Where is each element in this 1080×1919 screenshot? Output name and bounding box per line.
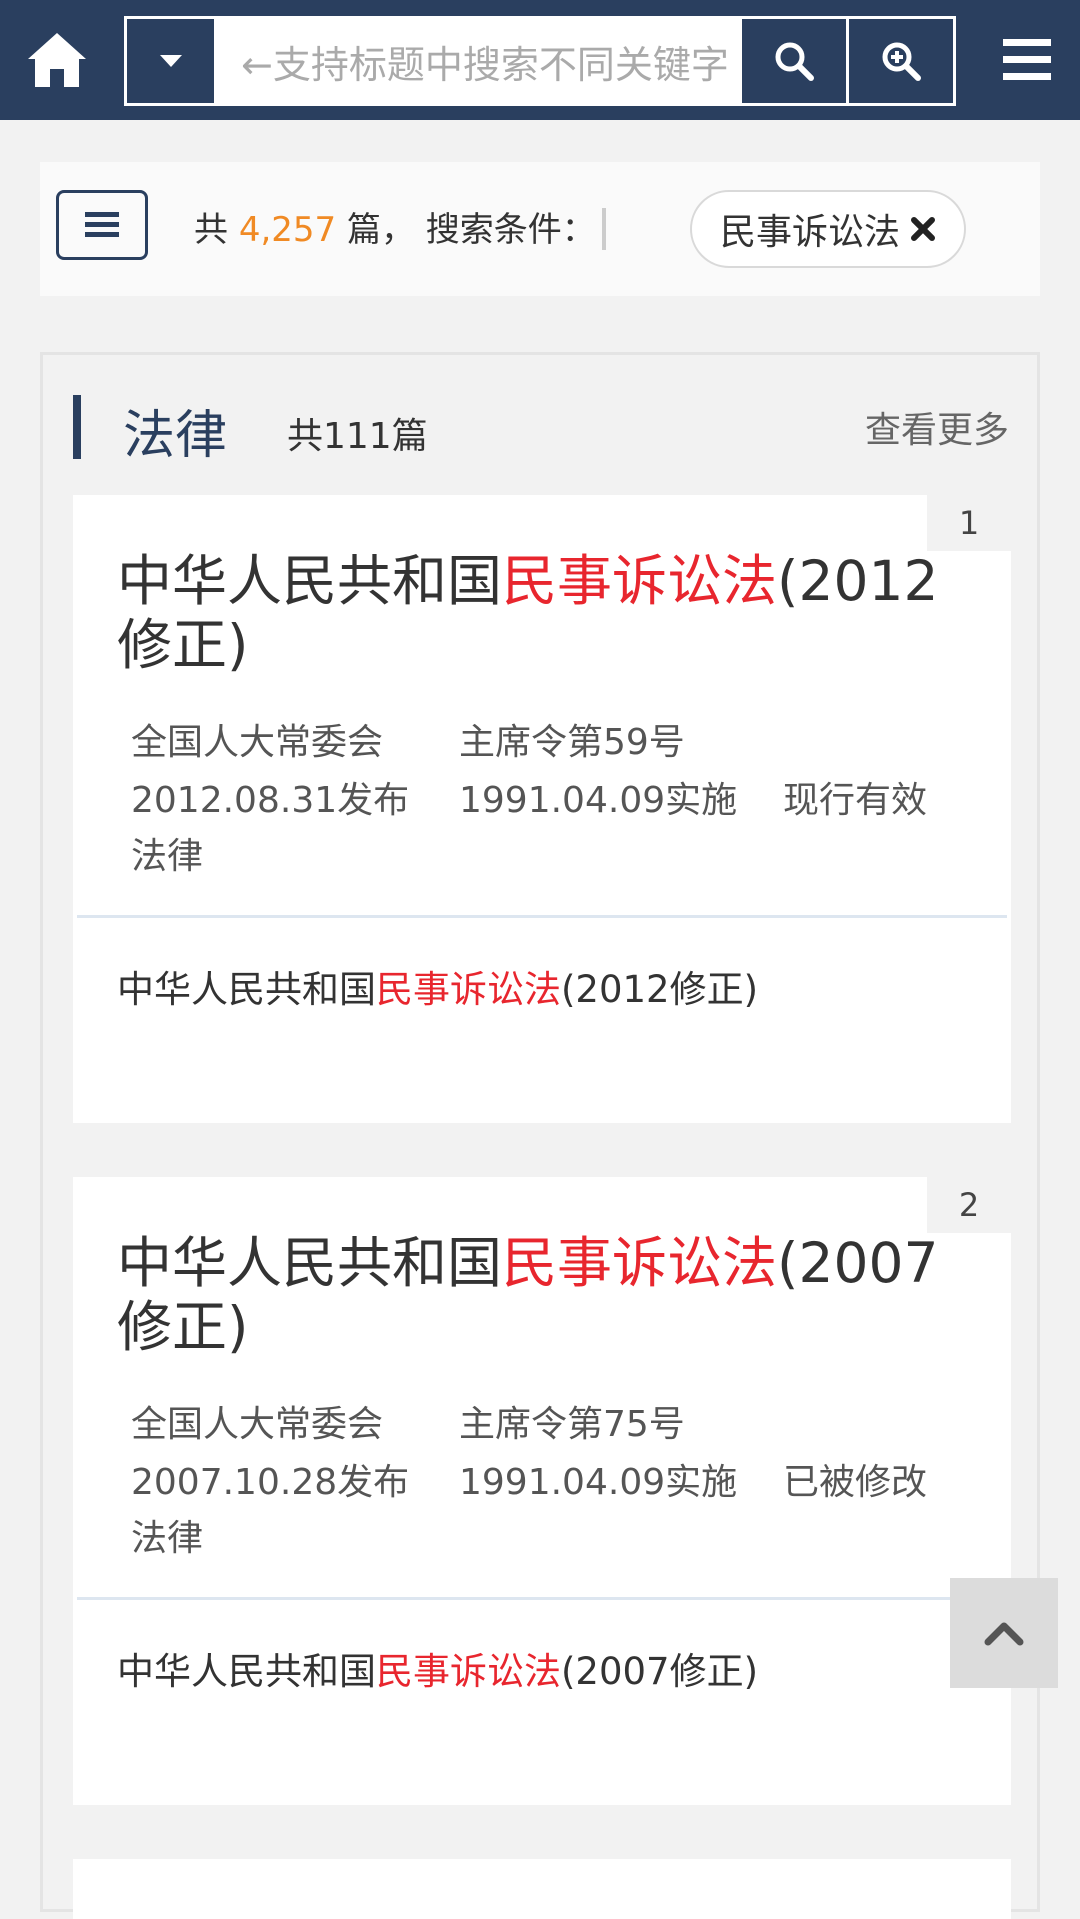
result-snippet: 中华人民共和国民事诉讼法(2007修正) <box>117 1641 758 1695</box>
result-card[interactable]: 1 中华人民共和国民事诉讼法(2012修正) 全国人大常委会 主席令第59号 2… <box>73 495 1011 1123</box>
order-number: 主席令第75号 <box>459 1404 685 1445</box>
result-title[interactable]: 中华人民共和国民事诉讼法(2012修正) <box>117 549 957 677</box>
result-card[interactable]: 2 中华人民共和国民事诉讼法(2007修正) 全国人大常委会 主席令第75号 2… <box>73 1177 1011 1805</box>
search-input[interactable]: ←支持标题中搜索不同关键字 <box>217 19 742 103</box>
close-icon[interactable] <box>910 216 936 242</box>
top-bar: ←支持标题中搜索不同关键字 <box>0 0 1080 120</box>
issuer: 全国人大常委会 <box>131 722 384 763</box>
snippet-highlight: 民事诉讼法 <box>376 968 561 1011</box>
count-number: 4,257 <box>238 210 337 250</box>
home-icon <box>28 33 86 87</box>
filter-bar: 共 4,257 篇， 搜索条件： 民事诉讼法 <box>40 162 1040 296</box>
card-divider <box>77 1597 1007 1600</box>
card-divider <box>77 915 1007 918</box>
snippet-suffix: (2007修正) <box>561 1650 759 1693</box>
count-prefix: 共 <box>194 210 239 250</box>
result-card[interactable] <box>73 1859 1011 1919</box>
section-title: 法律 <box>123 406 228 466</box>
caret-down-icon <box>159 55 182 67</box>
category: 法律 <box>131 836 204 877</box>
effective-date: 1991.04.09实施 <box>459 1462 738 1503</box>
result-index: 2 <box>927 1177 1011 1233</box>
issuer: 全国人大常委会 <box>131 1404 384 1445</box>
result-snippet: 中华人民共和国民事诉讼法(2012修正) <box>117 959 758 1013</box>
publish-date: 2007.10.28发布 <box>131 1462 410 1503</box>
result-count: 共 4,257 篇， 搜索条件： <box>194 202 596 251</box>
snippet-prefix: 中华人民共和国 <box>117 968 376 1011</box>
search-condition-tag[interactable]: 民事诉讼法 <box>690 190 966 268</box>
title-highlight: 民事诉讼法 <box>502 549 778 613</box>
count-suffix: 篇， 搜索条件： <box>336 210 596 250</box>
snippet-suffix: (2012修正) <box>561 968 759 1011</box>
title-prefix: 中华人民共和国 <box>117 549 503 613</box>
result-index: 1 <box>927 495 1011 551</box>
zoom-in-icon <box>882 42 921 81</box>
back-to-top-button[interactable] <box>950 1578 1058 1688</box>
result-title[interactable]: 中华人民共和国民事诉讼法(2007修正) <box>117 1231 957 1359</box>
law-section: 法律 共111篇 查看更多 1 中华人民共和国民事诉讼法(2012修正) 全国人… <box>40 352 1040 1919</box>
search-scope-dropdown[interactable] <box>127 19 217 103</box>
chevron-up-icon <box>984 1622 1024 1646</box>
main-menu-button[interactable] <box>994 28 1060 92</box>
section-count: 共111篇 <box>287 416 428 457</box>
effective-date: 1991.04.09实施 <box>459 780 738 821</box>
category: 法律 <box>131 1518 204 1559</box>
condition-separator <box>602 208 606 250</box>
advanced-search-button[interactable] <box>846 19 953 103</box>
search-icon <box>775 42 814 81</box>
snippet-prefix: 中华人民共和国 <box>117 1650 376 1693</box>
home-button[interactable] <box>18 24 96 96</box>
section-accent-bar <box>73 395 81 459</box>
publish-date: 2012.08.31发布 <box>131 780 410 821</box>
validity-status: 已被修改 <box>783 1462 928 1503</box>
list-toggle-button[interactable] <box>56 190 148 260</box>
snippet-highlight: 民事诉讼法 <box>376 1650 561 1693</box>
list-icon <box>85 212 119 237</box>
search-button[interactable] <box>742 19 846 103</box>
view-more-link[interactable]: 查看更多 <box>865 401 1009 453</box>
title-highlight: 民事诉讼法 <box>502 1231 778 1295</box>
validity-status: 现行有效 <box>783 780 928 821</box>
search-box: ←支持标题中搜索不同关键字 <box>124 16 956 106</box>
hamburger-menu-icon <box>1003 39 1051 80</box>
order-number: 主席令第59号 <box>459 722 685 763</box>
title-prefix: 中华人民共和国 <box>117 1231 503 1295</box>
tag-label: 民事诉讼法 <box>719 212 900 253</box>
